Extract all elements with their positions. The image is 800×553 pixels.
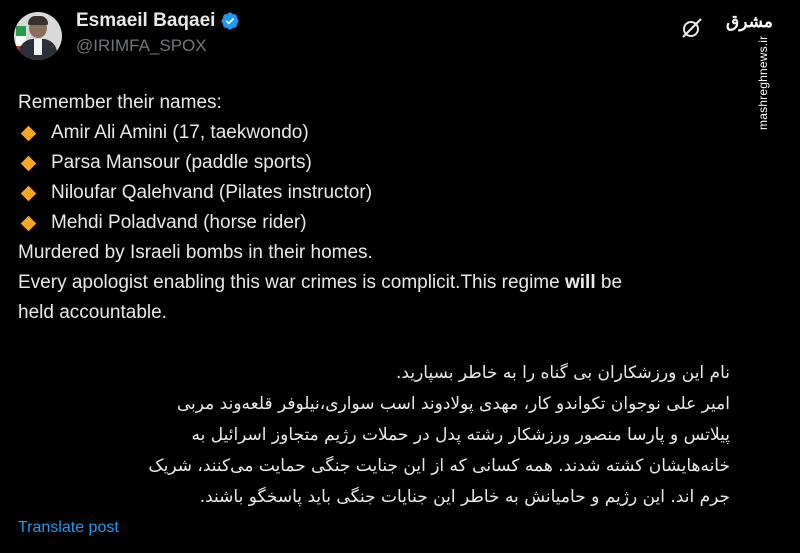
persian-line: پیلاتس و پارسا منصور ورزشکار رشته پدل در… xyxy=(191,425,730,445)
grok-icon[interactable] xyxy=(680,16,704,40)
handle[interactable]: @IRIMFA_SPOX xyxy=(76,36,240,56)
list-item-text: Niloufar Qalehvand (Pilates instructor) xyxy=(51,182,373,203)
list-item: Niloufar Qalehvand (Pilates instructor) xyxy=(18,178,778,208)
persian-line: جرم اند. این رژیم و حامیانش به خاطر این … xyxy=(199,487,730,507)
orange-diamond-icon xyxy=(20,185,37,201)
tweet-header: Esmaeil Baqaei @IRIMFA_SPOX xyxy=(14,10,240,60)
list-item-text: Amir Ali Amini (17, taekwondo) xyxy=(51,122,309,143)
persian-paragraph: نام این ورزشکاران بی گناه را به خاطر بسپ… xyxy=(18,358,730,513)
persian-line: امیر علی نوجوان تکواندو کار، مهدی پولادو… xyxy=(176,394,730,414)
murdered-line: Murdered by Israeli bombs in their homes… xyxy=(18,242,373,263)
author-names: Esmaeil Baqaei @IRIMFA_SPOX xyxy=(76,10,240,56)
apologist-text: Every apologist enabling this war crimes… xyxy=(18,272,565,293)
translate-post-link[interactable]: Translate post xyxy=(18,519,119,537)
watermark-logo: مشرق xyxy=(726,12,773,31)
apologist-bold: will xyxy=(564,272,596,293)
orange-diamond-icon xyxy=(20,155,37,171)
display-name[interactable]: Esmaeil Baqaei xyxy=(76,10,215,32)
list-item: Mehdi Poladvand (horse rider) xyxy=(18,208,778,238)
orange-diamond-icon xyxy=(20,215,37,231)
verified-badge-icon xyxy=(221,12,239,30)
persian-line: نام این ورزشکاران بی گناه را به خاطر بسپ… xyxy=(396,363,730,383)
accountable-line: held accountable. xyxy=(18,302,167,323)
list-item: Parsa Mansour (paddle sports) xyxy=(18,148,778,178)
intro-line: Remember their names: xyxy=(18,92,222,113)
apologist-end: be xyxy=(595,272,623,293)
tweet-body: Remember their names: Amir Ali Amini (17… xyxy=(18,88,778,513)
apologist-line: Every apologist enabling this war crimes… xyxy=(18,268,778,298)
orange-diamond-icon xyxy=(20,125,37,141)
persian-line: خانه‌هایشان کشته شدند. همه کسانی که از ا… xyxy=(148,456,730,476)
list-item-text: Mehdi Poladvand (horse rider) xyxy=(51,212,307,233)
avatar[interactable] xyxy=(14,12,62,60)
list-item-text: Parsa Mansour (paddle sports) xyxy=(51,152,312,173)
list-item: Amir Ali Amini (17, taekwondo) xyxy=(18,118,778,148)
